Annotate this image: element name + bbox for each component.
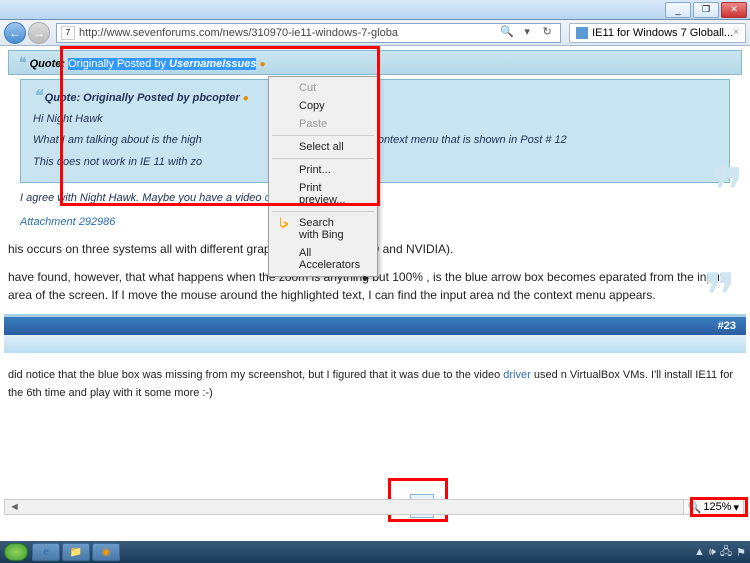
taskbar-ie-icon[interactable]: e	[32, 543, 60, 561]
post-header-strip	[4, 335, 746, 353]
tray-icon[interactable]: 🖧	[720, 543, 732, 562]
zoom-control[interactable]: 🔍125%▾	[683, 499, 744, 515]
window-titlebar: _ ❐ ✕	[0, 0, 750, 20]
menu-search-bing[interactable]: Search with Bing	[271, 214, 375, 244]
close-button[interactable]: ✕	[721, 2, 747, 18]
outer-quote-header: ❝ Quote: Originally Posted by UsernameIs…	[8, 50, 742, 75]
view-post-icon[interactable]: ●	[243, 93, 249, 104]
menu-copy[interactable]: Copy	[271, 97, 375, 115]
zoom-value: 125%	[703, 501, 731, 513]
url-text: http://www.sevenforums.com/news/310970-i…	[79, 27, 498, 39]
bing-icon	[277, 216, 291, 230]
view-post-icon[interactable]: ●	[260, 59, 266, 70]
zoom-icon: 🔍	[688, 501, 702, 514]
scroll-left-icon[interactable]: ◄	[9, 501, 20, 513]
menu-separator	[272, 158, 374, 159]
selected-text: Originally Posted by UsernameIssues	[68, 58, 256, 70]
reply-paragraph: did notice that the blue box was missing…	[8, 365, 742, 402]
menu-separator	[272, 211, 374, 212]
maximize-button[interactable]: ❐	[693, 2, 719, 18]
taskbar: e 📁 ◉ ▲ 🕪 🖧 ⚑	[0, 541, 750, 563]
back-button[interactable]: ←	[4, 22, 26, 44]
site-icon: 7	[61, 26, 75, 40]
taskbar-explorer-icon[interactable]: 📁	[62, 543, 90, 561]
taskbar-media-icon[interactable]: ◉	[92, 543, 120, 561]
address-bar[interactable]: 7 http://www.sevenforums.com/news/310970…	[56, 23, 561, 43]
tab-close-icon[interactable]: ×	[733, 27, 739, 38]
context-menu: Cut Copy Paste Select all Print... Print…	[268, 76, 378, 277]
menu-print-preview[interactable]: Print preview...	[271, 179, 375, 209]
tray-icon[interactable]: ▲	[694, 546, 705, 558]
driver-link[interactable]: driver	[503, 369, 531, 381]
system-tray[interactable]: ▲ 🕪 🖧 ⚑	[694, 543, 746, 562]
browser-toolbar: ← → 7 http://www.sevenforums.com/news/31…	[0, 20, 750, 46]
tray-icon[interactable]: ⚑	[736, 546, 746, 559]
forward-button[interactable]: →	[28, 22, 50, 44]
menu-cut: Cut	[271, 79, 375, 97]
page-content: ❝ Quote: Originally Posted by UsernameIs…	[0, 46, 750, 537]
browser-tab[interactable]: IE11 for Windows 7 Globall... ×	[569, 23, 746, 43]
tab-title: IE11 for Windows 7 Globall...	[592, 27, 733, 39]
tab-favicon	[576, 27, 588, 39]
menu-separator	[272, 135, 374, 136]
tray-icon[interactable]: 🕪	[709, 546, 716, 559]
quote-decor-icon: ❞	[712, 156, 744, 226]
submenu-arrow-icon: ▸	[363, 271, 369, 284]
post-number-bar: #23	[4, 314, 746, 335]
menu-print[interactable]: Print...	[271, 161, 375, 179]
quote-decor-icon: ❞	[704, 261, 736, 331]
search-icon[interactable]: 🔍	[498, 25, 516, 41]
horizontal-scrollbar[interactable]: ◄ ►	[4, 499, 746, 515]
zoom-dropdown-icon[interactable]: ▾	[733, 501, 739, 514]
dropdown-icon[interactable]: ▾	[518, 25, 536, 41]
refresh-icon[interactable]: ↻	[538, 25, 556, 41]
quote-label: Quote:	[30, 58, 65, 70]
menu-paste: Paste	[271, 115, 375, 133]
menu-select-all[interactable]: Select all	[271, 138, 375, 156]
minimize-button[interactable]: _	[665, 2, 691, 18]
menu-accelerators[interactable]: All Accelerators▸	[271, 244, 375, 274]
start-button[interactable]	[4, 543, 28, 561]
